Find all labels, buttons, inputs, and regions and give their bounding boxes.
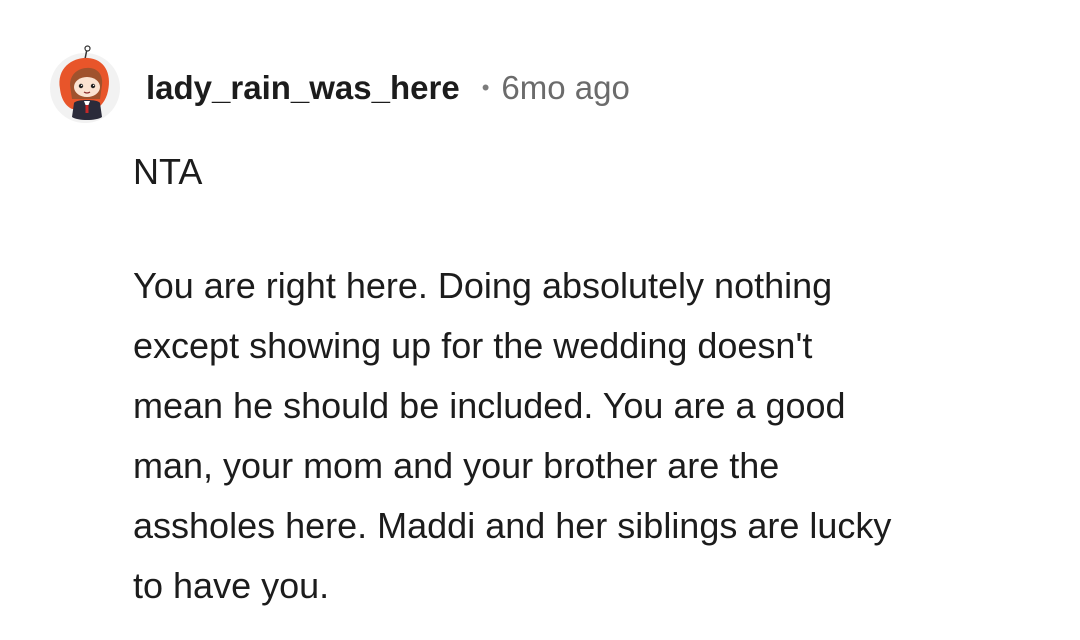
comment-line: to have you. <box>133 565 330 606</box>
comment-verdict: NTA <box>133 151 203 192</box>
comment: lady_rain_was_here • 6mo ago NTA You are… <box>0 0 1080 640</box>
meta-separator: • <box>481 75 490 100</box>
comment-paragraph: You are right here. Doing absolutely not… <box>133 256 1033 616</box>
snoo-avatar-icon <box>59 45 110 120</box>
comment-line: You are right here. Doing absolutely not… <box>133 265 833 306</box>
comment-line: except showing up for the wedding doesn'… <box>133 325 813 366</box>
comment-header: lady_rain_was_here • 6mo ago <box>50 45 630 124</box>
comment-body: NTA You are right here. Doing absolutely… <box>133 148 1033 616</box>
comment-timestamp: 6mo ago <box>501 69 630 106</box>
avatar[interactable] <box>50 45 120 123</box>
comment-line: mean he should be included. You are a go… <box>133 385 846 426</box>
author-username[interactable]: lady_rain_was_here <box>146 69 460 107</box>
comment-line: assholes here. Maddi and her siblings ar… <box>133 505 892 546</box>
comment-line: man, your mom and your brother are the <box>133 445 780 486</box>
